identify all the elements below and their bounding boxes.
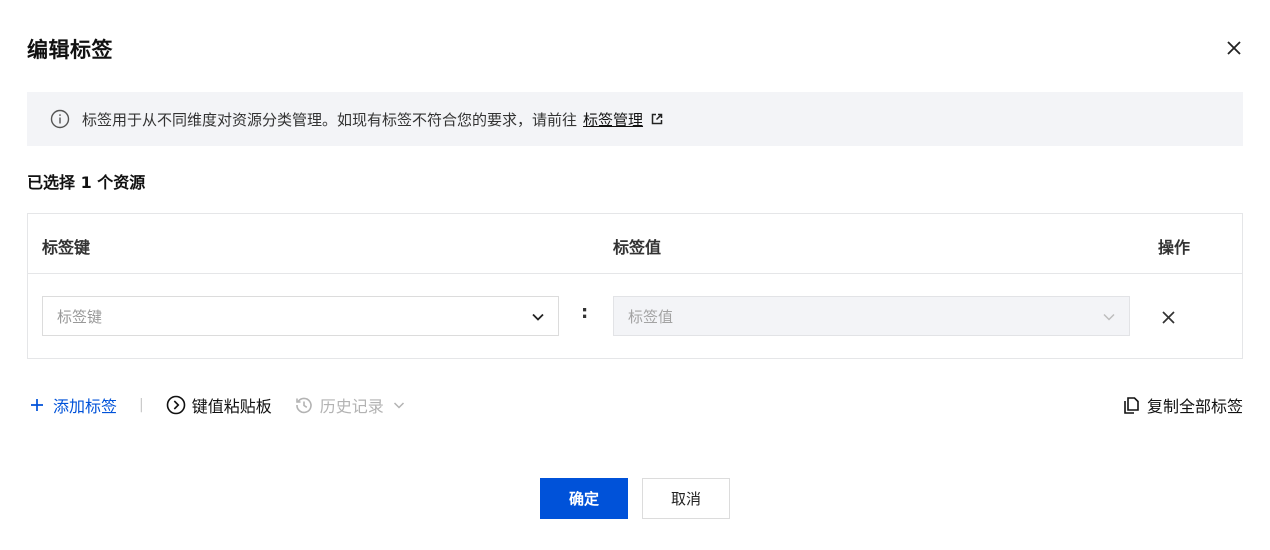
tag-key-placeholder: 标签键 (57, 307, 103, 326)
tag-value-placeholder: 标签值 (628, 307, 674, 326)
tag-management-link[interactable]: 标签管理 (583, 109, 643, 130)
table-row: 标签键 : 标签值 (28, 274, 1242, 358)
close-button[interactable] (1222, 36, 1246, 60)
edit-tags-dialog: 编辑标签 标签用于从不同维度对资源分类管理。如现有标签不符合您的要求，请前往 标… (0, 0, 1270, 550)
history-icon (294, 395, 314, 415)
confirm-button[interactable]: 确定 (540, 478, 628, 519)
selected-resource-count: 已选择 1 个资源 (27, 173, 146, 192)
dialog-title: 编辑标签 (27, 38, 113, 62)
chevron-down-icon (530, 309, 546, 325)
info-notice: 标签用于从不同维度对资源分类管理。如现有标签不符合您的要求，请前往 标签管理 (27, 92, 1243, 146)
chevron-down-icon (392, 398, 406, 412)
circle-chevron-right-icon (166, 395, 186, 415)
add-tag-label: 添加标签 (53, 397, 118, 416)
header-tag-value: 标签值 (613, 238, 662, 257)
table-header: 标签键 标签值 操作 (28, 214, 1242, 274)
tag-key-select[interactable]: 标签键 (42, 296, 559, 336)
history-label: 历史记录 (319, 397, 384, 416)
notice-text: 标签用于从不同维度对资源分类管理。如现有标签不符合您的要求，请前往 (82, 110, 578, 129)
copy-all-label: 复制全部标签 (1146, 397, 1243, 416)
chevron-down-icon (1101, 309, 1117, 325)
copy-all-tags-button[interactable]: 复制全部标签 (1121, 393, 1243, 417)
external-link-icon[interactable] (651, 113, 663, 125)
action-divider: | (139, 397, 144, 413)
paste-board-button[interactable]: 键值粘贴板 (166, 393, 272, 417)
info-icon (50, 109, 70, 129)
add-tag-button[interactable]: 添加标签 (27, 393, 117, 417)
tag-actions-bar: 添加标签 | 键值粘贴板 历史记录 复制全部标签 (27, 392, 1243, 418)
copy-icon (1121, 395, 1141, 415)
close-icon (1227, 41, 1241, 55)
cancel-button[interactable]: 取消 (642, 478, 730, 519)
header-tag-key: 标签键 (42, 238, 91, 257)
history-dropdown[interactable]: 历史记录 (294, 393, 406, 417)
dialog-footer: 确定 取消 (540, 478, 730, 519)
plus-icon (27, 395, 47, 415)
key-value-separator: : (581, 302, 589, 323)
header-action: 操作 (1158, 238, 1191, 257)
tag-value-select[interactable]: 标签值 (613, 296, 1130, 336)
tag-table: 标签键 标签值 操作 标签键 : 标签值 (27, 213, 1243, 359)
delete-row-button[interactable] (1158, 307, 1178, 327)
close-icon (1161, 310, 1175, 324)
paste-board-label: 键值粘贴板 (191, 397, 272, 416)
